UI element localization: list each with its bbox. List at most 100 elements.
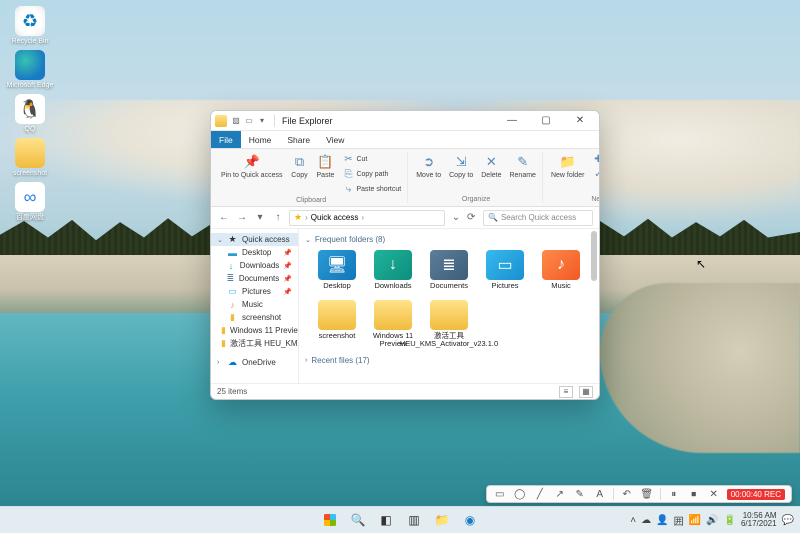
widgets-button[interactable]: ▥ <box>403 509 425 531</box>
screen-recorder-toolbar[interactable]: ▭ ◯ ╱ ↗ ✎ A ↶ 🗑 ⏸ ⏹ ✕ 00:00:40 REC <box>486 485 792 503</box>
up-button[interactable]: ↑ <box>271 211 285 225</box>
rec-tool-ellipse-icon[interactable]: ◯ <box>513 487 527 501</box>
qat-dropdown-icon[interactable]: ▾ <box>257 116 267 126</box>
section-recent-files[interactable]: ›Recent files (17) <box>305 354 593 367</box>
sidebar-item-desktop[interactable]: ▬Desktop📌 <box>211 246 298 259</box>
chevron-down-icon: ⌄ <box>305 236 311 244</box>
edge-taskbar-button[interactable]: ◉ <box>459 509 481 531</box>
pin-icon: 📌 <box>283 249 292 257</box>
rec-tool-undo-icon[interactable]: ↶ <box>620 487 634 501</box>
delete-button[interactable]: ✕Delete <box>479 152 503 180</box>
content-pane[interactable]: ⌄Frequent folders (8) 🖥 Desktop ↓Downloads… <box>299 229 599 383</box>
rec-tool-arrow-icon[interactable]: ↗ <box>553 487 567 501</box>
tray-volume-icon[interactable]: 🔊 <box>706 515 718 526</box>
taskbar[interactable]: 🔍 ◧ ▥ 📁 ◉ ˄ ☁ 👤 囲 📶 🔊 🔋 10:56 AM 6/17/20… <box>0 506 800 533</box>
rec-tool-stop-icon[interactable]: ⏹ <box>687 487 701 501</box>
move-to-button[interactable]: ➲Move to <box>414 152 443 180</box>
sidebar-item-pictures[interactable]: ▭Pictures📌 <box>211 285 298 298</box>
address-dropdown[interactable]: ⌄ <box>449 211 463 225</box>
pin-quick-access-button[interactable]: 📌Pin to Quick access <box>219 152 284 180</box>
copy-button[interactable]: ⧉Copy <box>288 152 310 180</box>
desktop-icon-qq[interactable]: 🐧 QQ <box>6 94 54 134</box>
tab-view[interactable]: View <box>318 131 352 148</box>
titlebar[interactable]: ▧ ▭ ▾ File Explorer — ▢ ✕ <box>211 111 599 131</box>
notifications-button[interactable]: 💬 <box>782 515 794 526</box>
rec-tool-line-icon[interactable]: ╱ <box>533 487 547 501</box>
rec-tool-trash-icon[interactable]: 🗑 <box>640 487 654 501</box>
section-frequent-folders[interactable]: ⌄Frequent folders (8) <box>305 233 593 246</box>
rec-tool-rect-icon[interactable]: ▭ <box>493 487 507 501</box>
cut-button[interactable]: ✂Cut <box>340 152 403 166</box>
paste-button[interactable]: 📋Paste <box>314 152 336 180</box>
desktop-icon-baidu[interactable]: ∞ 百度网盘 <box>6 182 54 222</box>
paste-shortcut-button[interactable]: ⤷Paste shortcut <box>340 182 403 196</box>
tray-network-icon[interactable]: 👤 <box>656 515 668 526</box>
rec-tool-text-icon[interactable]: A <box>593 487 607 501</box>
taskbar-clock[interactable]: 10:56 AM 6/17/2021 <box>741 512 777 528</box>
breadcrumb[interactable]: ★ › Quick access › <box>289 210 445 226</box>
folder-item[interactable]: ♪Music <box>537 250 585 290</box>
rec-tool-close-icon[interactable]: ✕ <box>707 487 721 501</box>
back-button[interactable]: ← <box>217 211 231 225</box>
system-tray[interactable]: ˄ ☁ 👤 囲 📶 🔊 🔋 10:56 AM 6/17/2021 💬 <box>630 512 794 528</box>
sidebar-item-downloads[interactable]: ↓Downloads📌 <box>211 259 298 272</box>
tray-onedrive-icon[interactable]: ☁ <box>641 515 651 526</box>
view-details-button[interactable]: ≡ <box>559 386 573 398</box>
folder-item[interactable]: ↓Downloads <box>369 250 417 290</box>
scrollbar-vertical[interactable] <box>589 231 597 381</box>
folder-item[interactable]: ≣Documents <box>425 250 473 290</box>
rename-button[interactable]: ✎Rename <box>507 152 537 180</box>
breadcrumb-item[interactable]: Quick access <box>311 213 359 222</box>
scroll-thumb[interactable] <box>591 231 597 281</box>
separator <box>613 488 614 500</box>
desktop-icon-recycle-bin[interactable]: ♻ Recycle Bin <box>6 6 54 46</box>
close-button[interactable]: ✕ <box>565 111 595 131</box>
sidebar-onedrive[interactable]: ›☁OneDrive <box>211 356 298 369</box>
tab-share[interactable]: Share <box>279 131 318 148</box>
start-button[interactable] <box>319 509 341 531</box>
file-explorer-taskbar-button[interactable]: 📁 <box>431 509 453 531</box>
copy-to-button[interactable]: ⇲Copy to <box>447 152 475 180</box>
view-large-icons-button[interactable]: ▦ <box>579 386 593 398</box>
maximize-button[interactable]: ▢ <box>531 111 561 131</box>
folder-item[interactable]: 🖥 Desktop <box>313 250 361 290</box>
refresh-button[interactable]: ⟳ <box>467 212 479 223</box>
folder-item[interactable]: ▭Pictures <box>481 250 529 290</box>
sidebar-quick-access[interactable]: ⌄★Quick access <box>211 233 298 246</box>
desktop-icon-edge[interactable]: Microsoft Edge <box>6 50 54 90</box>
tray-battery-icon[interactable]: 🔋 <box>724 515 736 526</box>
minimize-button[interactable]: — <box>497 111 527 131</box>
rec-tool-pen-icon[interactable]: ✎ <box>573 487 587 501</box>
folder-item[interactable]: 激活工具 HEU_KMS_Activator_v23.1.0 <box>425 300 473 348</box>
navigation-pane[interactable]: ⌄★Quick access ▬Desktop📌 ↓Downloads📌 ≣Do… <box>211 229 299 383</box>
task-view-button[interactable]: ◧ <box>375 509 397 531</box>
new-folder-button[interactable]: 📁New folder <box>549 152 586 180</box>
copy-path-button[interactable]: ⎘Copy path <box>340 167 403 181</box>
new-item-button[interactable]: ✚New item <box>590 152 599 166</box>
sidebar-item-screenshot[interactable]: ▮screenshot <box>211 311 298 324</box>
tray-wifi-icon[interactable]: 📶 <box>689 515 701 526</box>
forward-button[interactable]: → <box>235 211 249 225</box>
pin-icon: 📌 <box>283 275 292 283</box>
desktop-icon-folder[interactable]: screenshot <box>6 138 54 178</box>
easy-access-button[interactable]: ✓Easy access <box>590 167 599 181</box>
sidebar-item-win11[interactable]: ▮Windows 11 Preview <box>211 324 298 337</box>
rec-tool-pause-icon[interactable]: ⏸ <box>667 487 681 501</box>
tray-chevron-up-icon[interactable]: ˄ <box>630 515 636 526</box>
search-input[interactable]: 🔍 Search Quick access <box>483 210 593 226</box>
folder-label: Desktop <box>323 282 351 290</box>
folder-icon: 🖥 <box>318 250 356 280</box>
tab-home[interactable]: Home <box>241 131 280 148</box>
qat-properties-icon[interactable]: ▧ <box>231 116 241 126</box>
sidebar-item-documents[interactable]: ≣Documents📌 <box>211 272 298 285</box>
folder-item[interactable]: screenshot <box>313 300 361 348</box>
recent-dropdown[interactable]: ▾ <box>253 211 267 225</box>
qat-newfolder-icon[interactable]: ▭ <box>244 116 254 126</box>
sidebar-item-activator[interactable]: ▮激活工具 HEU_KMS <box>211 337 298 350</box>
folder-grid: 🖥 Desktop ↓Downloads≣Documents▭Pictures♪Mu… <box>305 246 593 354</box>
search-button[interactable]: 🔍 <box>347 509 369 531</box>
tab-file[interactable]: File <box>211 131 241 148</box>
file-explorer-window[interactable]: ▧ ▭ ▾ File Explorer — ▢ ✕ File Home Shar… <box>210 110 600 400</box>
sidebar-item-music[interactable]: ♪Music <box>211 298 298 311</box>
tray-language-icon[interactable]: 囲 <box>674 513 684 528</box>
